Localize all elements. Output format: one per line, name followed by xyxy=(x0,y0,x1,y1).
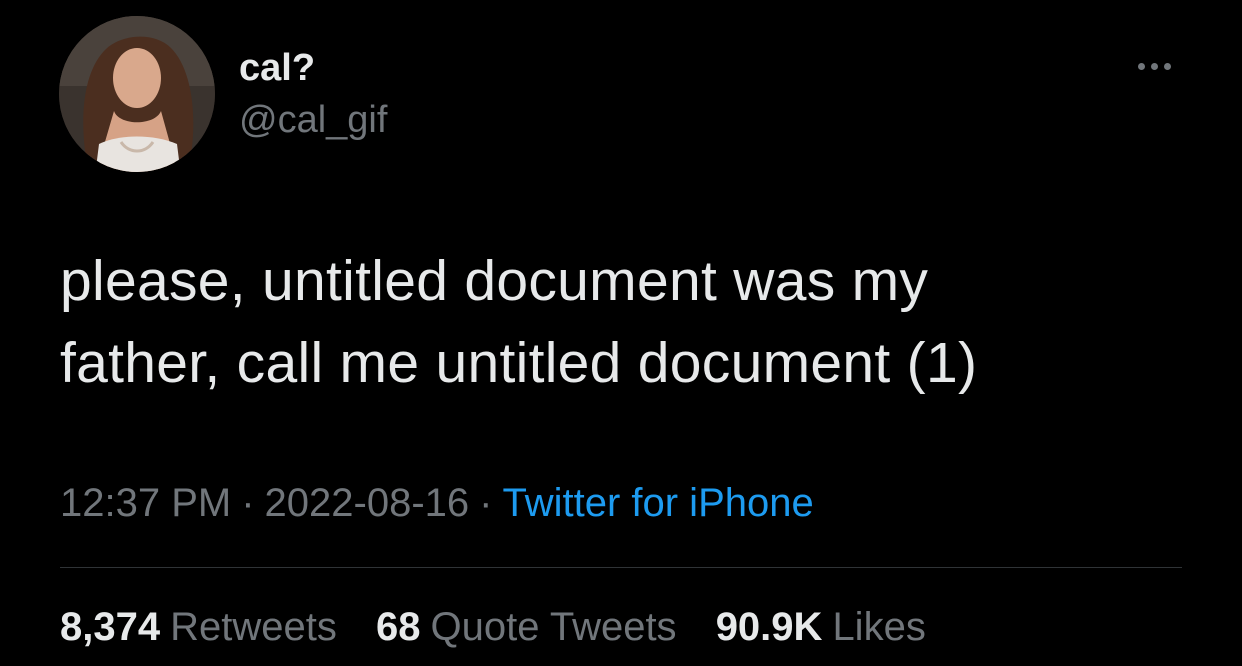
user-info[interactable]: cal? @cal_gif xyxy=(239,44,387,144)
tweet: cal? @cal_gif please, untitled document … xyxy=(0,0,1242,666)
more-dot-icon xyxy=(1163,62,1171,70)
retweets-stat[interactable]: 8,374 Retweets xyxy=(60,605,337,649)
retweets-label: Retweets xyxy=(170,605,337,649)
divider xyxy=(60,567,1182,568)
avatar-photo xyxy=(59,16,215,172)
tweet-stats: 8,374 Retweets 68 Quote Tweets 90.9K Likes xyxy=(60,602,954,652)
tweet-meta: 12:37 PM · 2022-08-16 · Twitter for iPhone xyxy=(60,478,814,528)
likes-stat[interactable]: 90.9K Likes xyxy=(716,605,926,649)
quote-tweets-stat[interactable]: 68 Quote Tweets xyxy=(376,605,677,649)
tweet-text: please, untitled document was my father,… xyxy=(60,240,1180,404)
user-handle[interactable]: @cal_gif xyxy=(239,96,387,144)
tweet-source-link[interactable]: Twitter for iPhone xyxy=(502,481,813,525)
quote-tweets-count: 68 xyxy=(375,605,421,649)
more-options-button[interactable] xyxy=(1130,50,1178,82)
quote-tweets-label: Quote Tweets xyxy=(430,605,677,649)
tweet-time[interactable]: 12:37 PM xyxy=(60,481,231,525)
display-name[interactable]: cal? xyxy=(239,44,387,92)
meta-separator: · xyxy=(241,481,255,525)
tweet-text-line: father, call me untitled document (1) xyxy=(60,331,978,395)
retweets-count: 8,374 xyxy=(60,605,161,649)
avatar[interactable] xyxy=(59,16,215,172)
likes-count: 90.9K xyxy=(715,605,823,649)
tweet-date[interactable]: 2022-08-16 xyxy=(265,481,470,525)
likes-label: Likes xyxy=(832,605,926,649)
more-dot-icon xyxy=(1150,62,1158,70)
meta-separator: · xyxy=(479,481,493,525)
tweet-text-line: please, untitled document was my xyxy=(60,249,929,313)
more-dot-icon xyxy=(1137,62,1145,70)
